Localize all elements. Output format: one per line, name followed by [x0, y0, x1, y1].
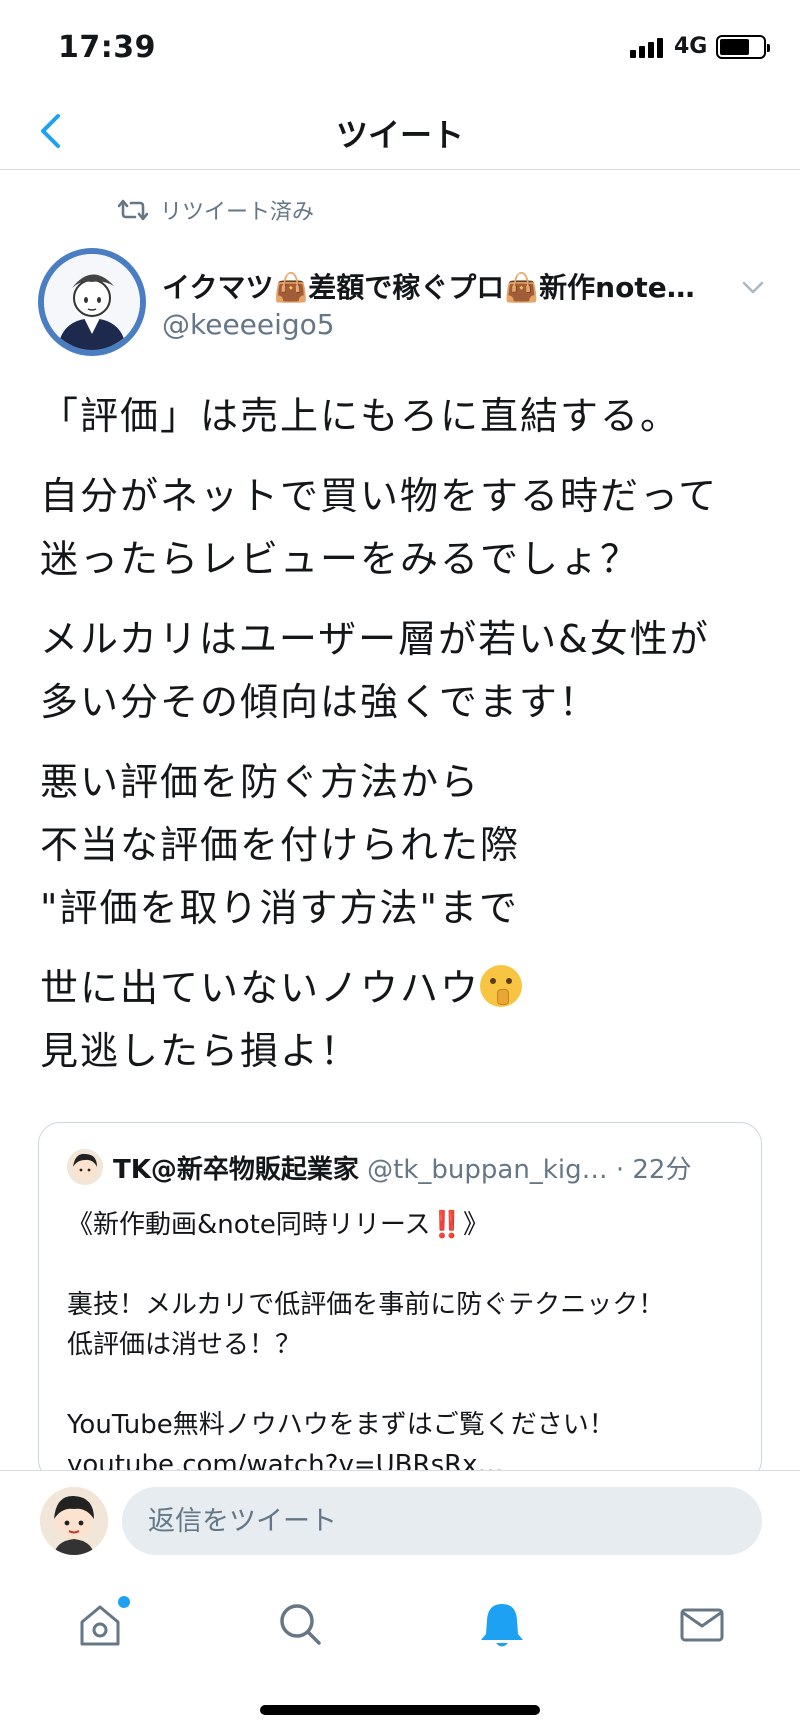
tab-home[interactable] [70, 1594, 130, 1654]
tweet-paragraph: 世に出ていないノウハウ 見逃したら損よ！ [40, 957, 780, 1083]
quoted-line: 低評価は消せる！？ [67, 1330, 302, 1360]
retweet-label: リツイート済み [160, 200, 315, 225]
quoted-author-handle: @tk_buppan_kig… [367, 1155, 608, 1185]
author-display-name[interactable]: イクマツ👜差額で稼ぐプロ👜新作note… [162, 266, 762, 306]
page-title: ツイート [335, 116, 464, 154]
double-exclamation-icon: ‼️ [430, 1210, 463, 1240]
tweet-text: 「評価」は売上にもろに直結する。 自分がネットで買い物をする時だって 迷ったらレ… [40, 385, 780, 1100]
search-icon [280, 1604, 321, 1645]
retweet-icon [118, 199, 148, 221]
status-time: 17:39 [58, 30, 156, 65]
tweet-paragraph: 自分がネットで買い物をする時だって 迷ったらレビューをみるでしょ？ [40, 474, 719, 581]
avatar-illustration [67, 1149, 103, 1185]
retweet-indicator: リツイート済み [118, 192, 314, 228]
tweet-options-button[interactable] [738, 272, 768, 302]
quoted-line: 裏技！メルカリで低評価を事前に防ぐテクニック！ [67, 1290, 665, 1320]
tweet-author: イクマツ👜差額で稼ぐプロ👜新作note… @keeeeigo5 [38, 248, 768, 358]
new-content-dot [118, 1596, 130, 1608]
quoted-header: TK@新卒物販起業家 @tk_buppan_kig… · 22分 [113, 1149, 691, 1186]
nav-bar: ツイート [0, 96, 800, 170]
tweet-paragraph: 「評価」は売上にもろに直結する。 [40, 394, 681, 438]
mail-icon [680, 1608, 724, 1642]
quoted-text: 《新作動画&note同時リリース‼️》 裏技！メルカリで低評価を事前に防ぐテクニ… [67, 1205, 747, 1481]
reply-bar [0, 1470, 800, 1574]
tab-notifications[interactable] [472, 1594, 532, 1654]
signal-icon [630, 38, 663, 58]
avatar-illustration [40, 1487, 108, 1555]
quoted-line: 《新作動画&note同時リリース‼️》 [67, 1210, 489, 1240]
quoted-author-name: TK@新卒物販起業家 [113, 1155, 359, 1185]
network-type: 4G [674, 34, 708, 59]
shushing-face-icon [480, 965, 523, 1007]
status-bar: 17:39 4G [0, 0, 800, 96]
user-avatar[interactable] [40, 1487, 108, 1555]
reply-input[interactable] [122, 1487, 762, 1555]
battery-icon [716, 35, 770, 59]
author-avatar[interactable] [38, 248, 146, 356]
quoted-author-avatar [67, 1149, 103, 1185]
quoted-tweet[interactable]: TK@新卒物販起業家 @tk_buppan_kig… · 22分 《新作動画&n… [38, 1122, 762, 1482]
home-indicator[interactable] [260, 1705, 540, 1715]
quoted-line: YouTube無料ノウハウをまずはご覧ください！ [67, 1410, 615, 1440]
tab-bar [0, 1574, 800, 1714]
chevron-down-icon [742, 281, 764, 294]
bell-icon [481, 1604, 523, 1647]
author-handle[interactable]: @keeeeigo5 [162, 308, 335, 341]
tweet-paragraph: 悪い評価を防ぐ方法から 不当な評価を付けられた際 "評価を取り消す方法"まで [40, 760, 521, 930]
tweet-paragraph: メルカリはユーザー層が若い&女性が 多い分その傾向は強くでます！ [40, 617, 710, 724]
tab-messages[interactable] [672, 1594, 732, 1654]
quoted-timestamp: · 22分 [615, 1155, 692, 1185]
avatar-illustration [44, 254, 140, 350]
tab-search[interactable] [270, 1594, 330, 1654]
